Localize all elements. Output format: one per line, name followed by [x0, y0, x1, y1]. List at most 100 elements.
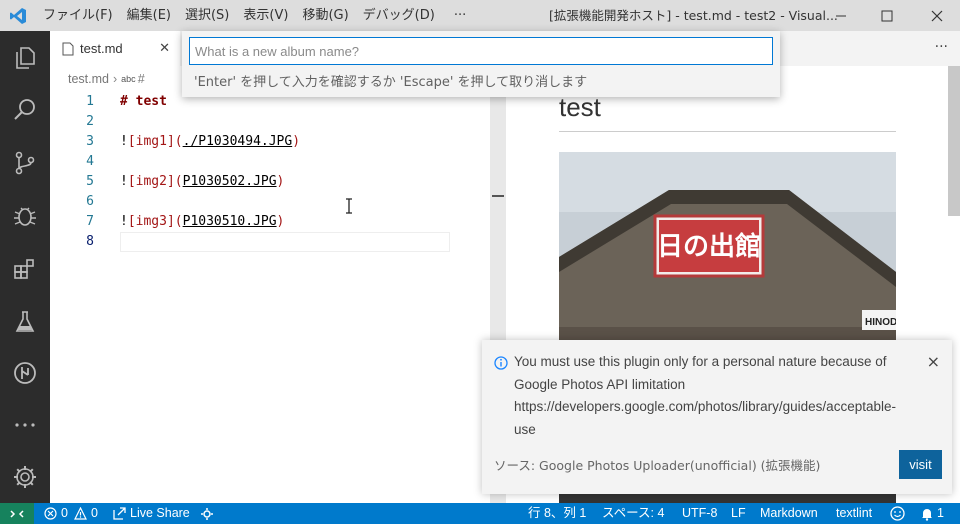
notifications-button[interactable]: 1: [920, 503, 944, 524]
chevron-right-icon: ›: [113, 72, 118, 86]
code-token: ): [292, 134, 301, 149]
code-text: # test: [120, 92, 167, 112]
more-actions-button[interactable]: ···: [935, 39, 948, 55]
indentation[interactable]: スペース: 4: [602, 503, 664, 524]
explorer-icon[interactable]: [0, 33, 50, 83]
sign-text: 日の出館: [657, 231, 761, 262]
notification-message: You must use this plugin only for a pers…: [514, 354, 896, 437]
problems-indicator[interactable]: 0 0: [44, 503, 98, 524]
broadcast-button[interactable]: [200, 503, 214, 524]
line-number: 7: [86, 214, 94, 229]
debug-icon[interactable]: [0, 191, 50, 241]
error-count: 0: [61, 506, 68, 520]
shop-sign-text: HINOD: [865, 317, 896, 328]
tab-close-icon[interactable]: ✕: [159, 41, 170, 56]
code-token: ](: [166, 174, 183, 189]
code-line[interactable]: 2: [50, 112, 490, 132]
smiley-icon: [890, 506, 905, 521]
editor[interactable]: 1 # test 2 3 ![img1](./P1030494.JPG) 4 5 ![img2…: [50, 92, 490, 503]
code-token: ): [276, 174, 285, 189]
breadcrumb-symbol[interactable]: #: [138, 72, 145, 86]
preview-scrollbar[interactable]: [948, 66, 960, 216]
line-number: 4: [86, 154, 94, 169]
broadcast-icon: [201, 507, 213, 520]
code-token: [: [127, 174, 136, 189]
menu-more[interactable]: ···: [442, 0, 478, 31]
feedback-button[interactable]: [890, 503, 905, 524]
close-window-button[interactable]: [914, 0, 960, 31]
symbol-string-icon: abc: [121, 74, 136, 84]
gear-icon[interactable]: [0, 452, 50, 502]
status-bar: 0 0 Live Share 行 8、列 1 スペース: 4 UTF-8 LF …: [0, 503, 960, 524]
end-of-line[interactable]: LF: [731, 503, 746, 524]
code-token: !: [120, 214, 128, 229]
minimize-icon: [836, 15, 846, 16]
code-token: ](: [166, 214, 183, 229]
remote-indicator[interactable]: [0, 503, 34, 524]
notification-count: 1: [937, 506, 944, 520]
line-number: 6: [86, 194, 94, 209]
remote-icon: [10, 509, 24, 518]
tab-test-md[interactable]: test.md ✕: [50, 31, 180, 66]
menu-bar: ファイル(F) 編集(E) 選択(S) 表示(V) 移動(G) デバッグ(D) …: [36, 0, 478, 31]
more-icon[interactable]: [0, 400, 50, 450]
menu-go[interactable]: 移動(G): [295, 0, 355, 31]
menu-file[interactable]: ファイル(F): [36, 0, 120, 31]
testing-flask-icon[interactable]: [0, 297, 50, 347]
line-number: 5: [86, 174, 94, 189]
encoding[interactable]: UTF-8: [682, 503, 717, 524]
line-number: 8: [86, 234, 94, 249]
info-icon: [494, 356, 508, 370]
code-text: ![img2](P1030502.JPG): [120, 172, 284, 192]
live-share-icon: [113, 507, 126, 520]
textlint-status[interactable]: textlint: [836, 503, 872, 524]
code-text: ![img1](./P1030494.JPG): [120, 132, 300, 152]
maximize-button[interactable]: [864, 0, 910, 31]
live-share-label: Live Share: [130, 506, 190, 520]
extensions-icon[interactable]: [0, 244, 50, 294]
maximize-icon: [881, 10, 893, 21]
line-number: 3: [86, 134, 94, 149]
scroll-position-marker: [492, 195, 504, 197]
quick-input: 'Enter' を押して入力を確認するか 'Escape' を押して取り消します: [182, 31, 780, 97]
tab-label: test.md: [80, 41, 123, 56]
notification-close-icon[interactable]: ×: [927, 352, 940, 371]
cursor-position[interactable]: 行 8、列 1: [528, 503, 586, 524]
menu-edit[interactable]: 編集(E): [120, 0, 178, 31]
language-mode[interactable]: Markdown: [760, 503, 818, 524]
text-cursor-icon: [346, 198, 352, 214]
code-token: P1030510.JPG: [182, 214, 277, 229]
code-line[interactable]: 5 ![img2](P1030502.JPG): [50, 172, 490, 192]
bell-icon: [922, 508, 932, 521]
breadcrumb-file[interactable]: test.md: [68, 72, 109, 86]
code-line[interactable]: 7 ![img3](P1030510.JPG): [50, 212, 490, 232]
vscode-logo-icon: [0, 0, 36, 31]
code-token: [: [127, 134, 136, 149]
minimize-button[interactable]: [818, 0, 864, 31]
file-icon: [62, 42, 74, 55]
source-control-icon[interactable]: [0, 138, 50, 188]
gitlens-icon[interactable]: [0, 348, 50, 398]
code-token: [: [127, 214, 136, 229]
menu-debug[interactable]: デバッグ(D): [356, 0, 442, 31]
visit-button[interactable]: visit: [899, 450, 942, 479]
line-number: 1: [86, 94, 94, 109]
code-line[interactable]: 8: [50, 232, 490, 252]
album-name-input[interactable]: [189, 37, 773, 65]
menu-view[interactable]: 表示(V): [236, 0, 295, 31]
live-share-button[interactable]: Live Share: [113, 503, 190, 524]
code-line[interactable]: 6: [50, 192, 490, 212]
code-token: P1030502.JPG: [182, 174, 277, 189]
line-number: 2: [86, 114, 94, 129]
close-icon: [931, 10, 943, 21]
code-token: ): [276, 214, 285, 229]
code-token: !: [120, 174, 128, 189]
code-token: ](: [166, 134, 183, 149]
code-line[interactable]: 3 ![img1](./P1030494.JPG): [50, 132, 490, 152]
code-text: ![img3](P1030510.JPG): [120, 212, 284, 232]
code-token: # test: [120, 94, 167, 109]
code-line[interactable]: 4: [50, 152, 490, 172]
search-icon[interactable]: [0, 85, 50, 135]
menu-selection[interactable]: 選択(S): [178, 0, 236, 31]
code-token: !: [120, 134, 128, 149]
